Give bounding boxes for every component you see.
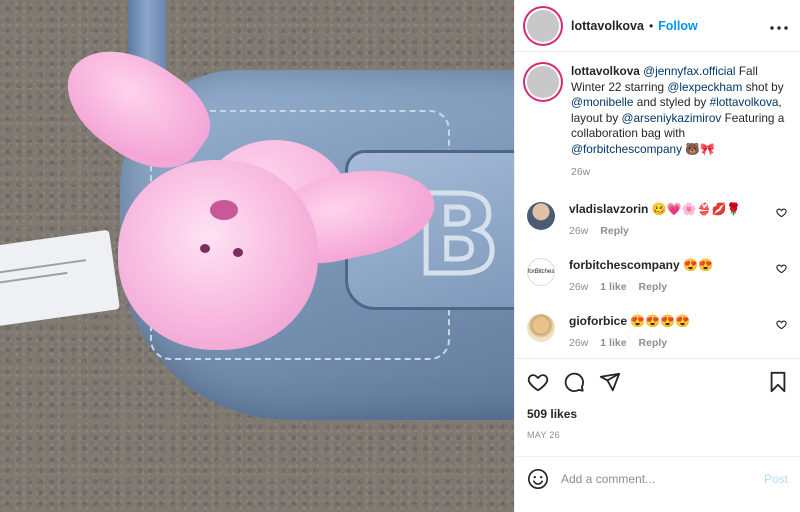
commenter-avatar[interactable] bbox=[527, 201, 555, 230]
reply-button[interactable]: Reply bbox=[600, 225, 629, 237]
post-photo[interactable]: B bbox=[0, 0, 514, 512]
caption-mention-link[interactable]: @lexpeckham bbox=[667, 80, 742, 94]
commenter-avatar[interactable] bbox=[527, 313, 555, 342]
caption-mention-link[interactable]: @monibelle bbox=[571, 95, 633, 109]
comment-like-heart-icon[interactable] bbox=[774, 263, 788, 274]
comment-item: gioforbice 😍😍😍😍 26w 1 like Reply bbox=[527, 313, 788, 349]
tag-text-line bbox=[0, 259, 86, 274]
commenter-username[interactable]: forbitchescompany bbox=[569, 258, 680, 272]
post-header: lottavolkova • Follow bbox=[515, 0, 800, 52]
comment-likes[interactable]: 1 like bbox=[600, 281, 626, 293]
add-comment-row: Post bbox=[515, 456, 800, 500]
bunny-eye bbox=[233, 248, 243, 257]
commenter-username[interactable]: vladislavzorin bbox=[569, 202, 648, 216]
caption-mention-link[interactable]: @jennyfax.official bbox=[643, 64, 735, 78]
commenter-avatar[interactable]: forBitches bbox=[527, 257, 555, 286]
follow-button[interactable]: Follow bbox=[658, 19, 698, 33]
comments-section: lottavolkova @jennyfax.official Fall Win… bbox=[515, 52, 800, 358]
caption-text-segment: shot by bbox=[742, 79, 784, 94]
post-caption: lottavolkova @jennyfax.official Fall Win… bbox=[527, 64, 788, 181]
comment-text: 😍😍😍😍 bbox=[630, 313, 691, 328]
comment-list: vladislavzorin 🥴💗🌸👙💋🌹 26w Reply forBitches f… bbox=[527, 201, 788, 349]
caption-mention-link[interactable]: @forbitchescompany bbox=[571, 142, 682, 156]
comment-like-heart-icon[interactable] bbox=[774, 319, 788, 330]
bunny-nose bbox=[210, 200, 238, 220]
comment-time[interactable]: 26w bbox=[569, 225, 588, 237]
post-sidebar: lottavolkova • Follow lottavolkova @jenn… bbox=[514, 0, 800, 512]
comment-text: 😍😍 bbox=[683, 257, 713, 272]
comment-item: vladislavzorin 🥴💗🌸👙💋🌹 26w Reply bbox=[527, 201, 788, 237]
post-comment-button[interactable]: Post bbox=[764, 472, 788, 486]
tag-text-line bbox=[0, 271, 68, 284]
commenter-username[interactable]: gioforbice bbox=[569, 314, 627, 328]
comment-time[interactable]: 26w bbox=[569, 281, 588, 293]
comment-likes[interactable]: 1 like bbox=[600, 337, 626, 349]
caption-text: lottavolkova @jennyfax.official Fall Win… bbox=[571, 64, 785, 157]
caption-text-segment: and styled by bbox=[633, 95, 710, 109]
comment-bubble-icon[interactable] bbox=[563, 371, 585, 393]
caption-avatar[interactable] bbox=[527, 66, 559, 98]
separator-dot: • bbox=[648, 18, 654, 33]
caption-time[interactable]: 26w bbox=[571, 165, 590, 181]
actions-panel: 509 likes MAY 26 Post bbox=[515, 358, 800, 512]
like-heart-icon[interactable] bbox=[527, 371, 549, 393]
add-comment-input[interactable] bbox=[561, 471, 764, 486]
comment-time[interactable]: 26w bbox=[569, 337, 588, 349]
instagram-post: B lottavolkova • Follow lottavolkova @je… bbox=[0, 0, 800, 512]
author-avatar[interactable] bbox=[527, 9, 559, 42]
reply-button[interactable]: Reply bbox=[639, 281, 668, 293]
bookmark-save-icon[interactable] bbox=[768, 371, 788, 393]
author-username[interactable]: lottavolkova bbox=[571, 19, 644, 33]
bunny-head bbox=[118, 160, 318, 350]
reply-button[interactable]: Reply bbox=[639, 337, 668, 349]
comment-item: forBitches forbitchescompany 😍😍 26w 1 like R… bbox=[527, 257, 788, 293]
post-date: MAY 26 bbox=[527, 430, 560, 440]
emoji-smiley-icon[interactable] bbox=[527, 468, 549, 490]
caption-mention-link[interactable]: @arseniykazimirov bbox=[622, 111, 722, 125]
more-options-icon[interactable] bbox=[770, 17, 788, 35]
caption-mention-link[interactable]: #lottavolkova bbox=[710, 95, 779, 109]
comment-text: 🥴💗🌸👙💋🌹 bbox=[651, 201, 742, 216]
photo-label-tag bbox=[0, 229, 120, 327]
caption-text-segment: 🐻🎀 bbox=[682, 141, 715, 156]
bunny-eye bbox=[200, 244, 210, 253]
action-icons bbox=[527, 369, 788, 395]
share-send-icon[interactable] bbox=[599, 371, 621, 393]
likes-count[interactable]: 509 likes bbox=[527, 407, 788, 421]
caption-username[interactable]: lottavolkova bbox=[571, 64, 640, 78]
comment-like-heart-icon[interactable] bbox=[774, 207, 788, 218]
